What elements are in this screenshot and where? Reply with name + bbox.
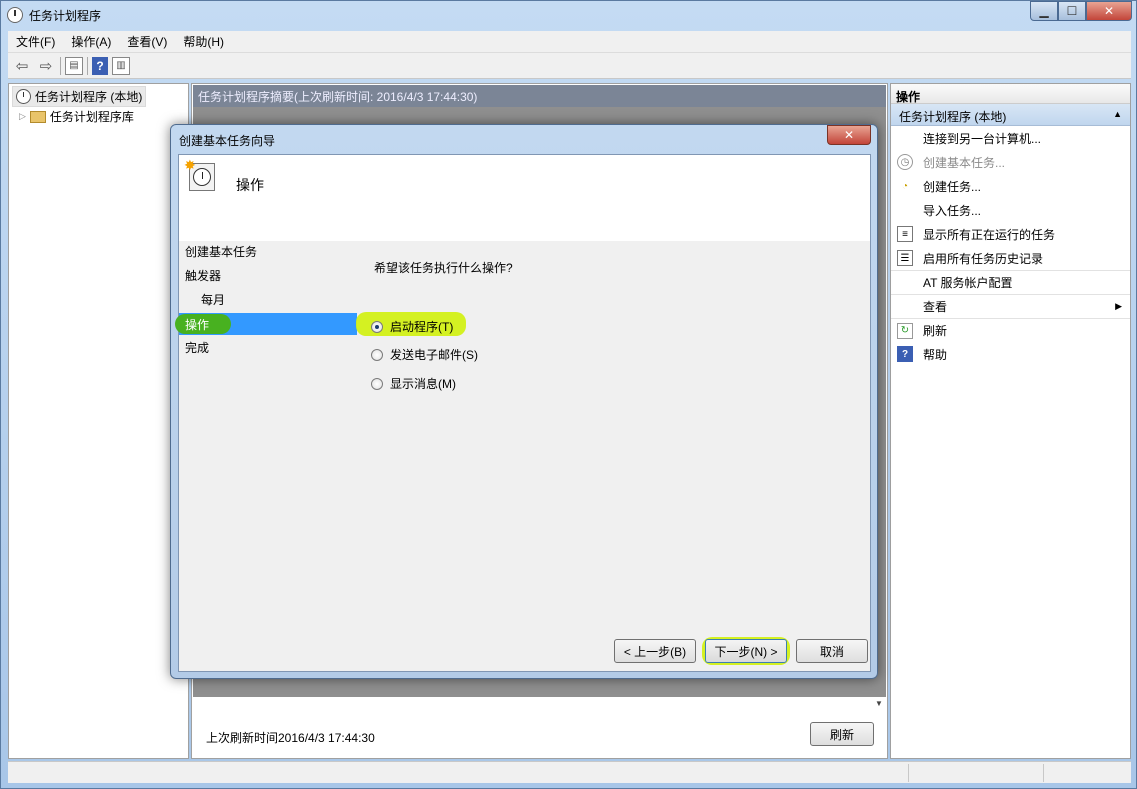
refresh-icon: ↻ [897,322,913,339]
radio-button[interactable] [371,348,383,361]
clock-icon [16,89,31,104]
tree-item-root[interactable]: 任务计划程序 (本地) [12,86,147,107]
dialog-header: ✸ 操作 [179,155,870,241]
tree-library-label: 任务计划程序库 [49,110,134,124]
forward-arrow-icon[interactable]: ⇨ [36,56,56,76]
history-icon: ☰ [897,250,913,266]
create-basic-task-dialog: 创建基本任务向导 ✕ ✸ 操作 创建基本任务 触发器 每月 操作 完成 希望该任… [170,124,878,679]
action-help[interactable]: ? 帮助 [891,342,1130,366]
wizard-icon: ◷ [897,154,913,170]
dialog-title: 创建基本任务向导 [179,134,276,148]
status-bar [8,761,1131,783]
step-action-selected: 操作 [175,313,357,335]
console-tree: 任务计划程序 (本地) ▷ 任务计划程序库 [8,83,189,759]
expand-arrow-icon[interactable]: ▷ [19,111,26,122]
action-create-basic-task[interactable]: ◷ 创建基本任务... [891,150,1130,174]
toolbar: ⇦ ⇨ ▤ ? ▥ [8,53,1131,79]
wizard-steps: 创建基本任务 触发器 每月 操作 完成 [175,241,359,673]
back-arrow-icon[interactable]: ⇦ [12,56,32,76]
option-show-message[interactable]: 显示消息(M) [371,375,456,392]
folder-icon [29,110,46,123]
actions-section-header[interactable]: 任务计划程序 (本地) ▲ [891,104,1130,126]
action-at-config[interactable]: AT 服务帐户配置 [891,270,1130,294]
menu-help[interactable]: 帮助(H) [175,33,232,50]
radio-button[interactable] [371,377,383,390]
next-button[interactable]: 下一步(N) > [705,639,787,663]
maximize-button[interactable]: ☐ [1058,1,1086,21]
clock-icon [193,168,211,186]
status-cell [1043,764,1044,782]
step-trigger: 触发器 [185,269,222,283]
task-icon: ◔ [901,180,909,192]
refresh-button[interactable]: 刷新 [810,722,874,746]
actions-pane: 操作 任务计划程序 (本地) ▲ 连接到另一台计算机... ◷ 创建基本任务...… [890,83,1131,759]
step-finish: 完成 [185,341,210,355]
help-icon[interactable]: ? [92,56,108,75]
action-connect[interactable]: 连接到另一台计算机... [891,126,1130,150]
action-refresh[interactable]: ↻ 刷新 [891,318,1130,342]
actions-section-label: 任务计划程序 (本地) [899,110,1007,124]
tree-root-label: 任务计划程序 (本地) [35,90,143,104]
menu-file[interactable]: 文件(F) [8,33,63,50]
dialog-body: ✸ 操作 创建基本任务 触发器 每月 操作 完成 希望该任务执行什么操作? 启动… [175,154,871,673]
action-view[interactable]: 查看 ▶ [891,294,1130,318]
back-button[interactable]: < 上一步(B) [614,639,696,663]
minimize-button[interactable]: ▁ [1030,1,1058,21]
dialog-heading: 操作 [236,177,264,193]
title-bar: 任务计划程序 ▁ ☐ ✕ [1,1,1136,29]
collapse-icon[interactable]: ▲ [1113,109,1122,119]
wizard-content: 希望该任务执行什么操作? 启动程序(T) 发送电子邮件(S) 显示消息(M) <… [356,241,870,673]
step-monthly: 每月 [201,293,226,307]
action-question: 希望该任务执行什么操作? [374,261,513,275]
summary-header: 任务计划程序摘要(上次刷新时间: 2016/4/3 17:44:30) [193,85,886,107]
last-refresh-text: 上次刷新时间2016/4/3 17:44:30 [206,731,375,745]
menu-view[interactable]: 查看(V) [119,33,175,50]
submenu-arrow-icon: ▶ [1115,301,1122,311]
menu-action[interactable]: 操作(A) [63,33,119,50]
clock-icon [7,7,23,23]
list-icon: ≡ [897,226,913,242]
toolbar-separator [60,56,61,75]
actions-title: 操作 [891,84,1130,104]
action-import-task[interactable]: 导入任务... [891,198,1130,222]
action-pane-icon[interactable]: ▥ [112,56,130,75]
close-button[interactable]: ✕ [1086,1,1132,21]
menu-bar: 文件(F) 操作(A) 查看(V) 帮助(H) [8,31,1131,53]
cancel-button[interactable]: 取消 [796,639,868,663]
radio-button[interactable] [371,320,383,333]
dialog-close-button[interactable]: ✕ [827,125,871,145]
scroll-down-icon[interactable]: ▼ [875,699,883,708]
toolbar-separator [87,56,88,75]
tree-item-library[interactable]: ▷ 任务计划程序库 [19,108,134,125]
option-start-program[interactable]: 启动程序(T) [371,318,453,335]
action-show-running[interactable]: ≡ 显示所有正在运行的任务 [891,222,1130,246]
window-title: 任务计划程序 [29,9,102,23]
step-create: 创建基本任务 [185,245,258,259]
wizard-icon: ✸ [184,157,215,191]
console-tree-icon[interactable]: ▤ [65,56,83,75]
action-enable-history[interactable]: ☰ 启用所有任务历史记录 [891,246,1130,270]
status-cell [908,764,909,782]
action-create-task[interactable]: ◔ 创建任务... [891,174,1130,198]
option-send-email[interactable]: 发送电子邮件(S) [371,346,478,363]
help-icon: ? [897,346,913,362]
